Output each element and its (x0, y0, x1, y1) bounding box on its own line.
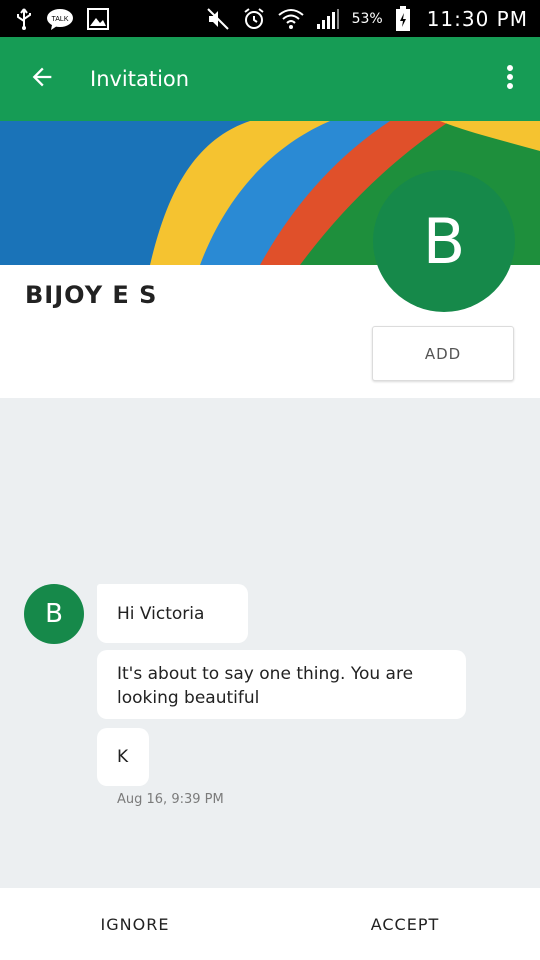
status-bar: TALK 53% 11:30 PM (0, 0, 540, 37)
mute-icon (206, 7, 230, 31)
avatar: B (373, 170, 515, 312)
overflow-menu-button[interactable] (480, 37, 540, 121)
signal-icon (316, 8, 340, 30)
message-bubble: K (97, 728, 149, 786)
alarm-icon (242, 7, 266, 31)
sender-avatar: B (24, 584, 84, 644)
app-toolbar: Invitation (0, 37, 540, 121)
back-button[interactable] (0, 37, 84, 121)
battery-percent: 53% (351, 10, 383, 27)
message-timestamp: Aug 16, 9:39 PM (117, 792, 224, 807)
page-title: Invitation (90, 67, 190, 91)
wifi-icon (277, 8, 304, 30)
message-bubble: Hi Victoria (97, 584, 248, 643)
arrow-back-icon (28, 63, 56, 95)
invitation-actions: IGNORE ACCEPT (0, 888, 540, 960)
svg-text:TALK: TALK (52, 16, 69, 23)
add-button[interactable]: ADD (372, 326, 514, 381)
battery-icon (395, 5, 411, 32)
status-time: 11:30 PM (426, 6, 528, 31)
ignore-button[interactable]: IGNORE (0, 888, 270, 960)
profile-name: BIJOY E S (25, 281, 158, 309)
talk-icon: TALK (46, 7, 74, 31)
more-vert-icon (506, 64, 514, 94)
accept-button[interactable]: ACCEPT (270, 888, 540, 960)
image-icon (86, 7, 110, 31)
usb-icon (14, 7, 34, 31)
message-bubble: It's about to say one thing. You are loo… (97, 650, 466, 719)
